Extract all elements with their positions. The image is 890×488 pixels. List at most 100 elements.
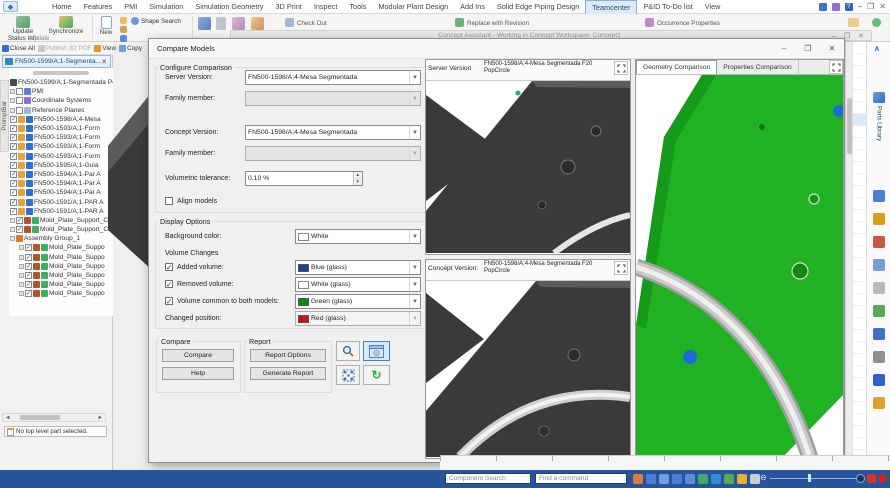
view-button[interactable]: View (94, 45, 116, 52)
tab-features[interactable]: Features (77, 0, 118, 14)
open-icon[interactable] (120, 17, 127, 24)
tree-checkbox[interactable] (16, 107, 23, 114)
replace-with-revision-label[interactable]: Replace with Revision (467, 20, 529, 27)
tree-item[interactable]: Coordinate Systems (10, 96, 113, 105)
layers-icon[interactable] (873, 259, 885, 271)
new-button[interactable]: New (96, 16, 116, 37)
rotate-icon[interactable] (711, 474, 721, 484)
tree-item[interactable]: ✓Mold_Plate_Suppo (10, 253, 113, 262)
expander-icon[interactable] (19, 264, 24, 269)
tree-item[interactable]: Assembly Group_1 (10, 234, 113, 243)
tree-item[interactable]: FN500-1599/A;1-Segmentada Pop (10, 78, 113, 87)
expander-icon[interactable] (10, 236, 15, 241)
share-icon[interactable] (120, 35, 127, 42)
restore-icon[interactable]: ❐ (867, 3, 874, 11)
tree-item[interactable]: ✓Mold_Plate_Suppo (10, 280, 113, 289)
removed-volume-select[interactable]: White (glass)▼ (295, 277, 421, 292)
zoom-slider-thumb[interactable] (808, 474, 811, 482)
background-color-select[interactable]: White▼ (295, 229, 421, 244)
tree-item[interactable]: ✓FN500-1594/A;1-Par A (10, 188, 113, 197)
tree-item[interactable]: ✓Mold_Plate_Suppo (10, 289, 113, 298)
sensors-icon[interactable] (873, 282, 885, 294)
tree-item[interactable]: ✓FN500-1593/A;1-Form (10, 142, 113, 151)
show-model-tool-button[interactable] (363, 341, 390, 361)
tab-modular-plant-design[interactable]: Modular Plant Design (372, 0, 454, 14)
concept-3d-view[interactable] (426, 281, 630, 457)
tree-checkbox[interactable]: ✓ (25, 254, 32, 261)
tree-checkbox[interactable]: ✓ (25, 290, 32, 297)
comparison-viewport[interactable]: Geometry Comparison Properties Compariso… (635, 59, 844, 459)
tree-checkbox[interactable]: ✓ (25, 244, 32, 251)
concept-version-viewport[interactable]: Concept Version: FN500-1598/A;4-Mesa Seg… (425, 259, 631, 459)
tree-item[interactable]: ✓FN500-1591/A;1-PAR A (10, 197, 113, 206)
doc-mini-icon2[interactable] (832, 3, 840, 11)
tree-checkbox[interactable]: ✓ (16, 217, 23, 224)
comparison-3d-view[interactable] (636, 75, 843, 458)
tab-simulation-geometry[interactable]: Simulation Geometry (189, 0, 269, 14)
tree-checkbox[interactable]: ✓ (10, 208, 17, 215)
tree-scroll-thumb[interactable] (33, 71, 89, 75)
common-volume-select[interactable]: Green (glass)▼ (295, 294, 421, 309)
tree-checkbox[interactable]: ✓ (10, 143, 17, 150)
spin-down-icon[interactable]: ▼ (354, 179, 362, 185)
expander-icon[interactable] (10, 108, 15, 113)
expander-icon[interactable] (19, 291, 24, 296)
added-volume-checkbox[interactable]: ✓ (165, 263, 173, 271)
tree-checkbox[interactable]: ✓ (25, 272, 32, 279)
collapse-chevron-icon[interactable]: ∧ (874, 44, 880, 53)
side-list-selected-row[interactable] (853, 114, 867, 125)
expander-icon[interactable] (10, 227, 15, 232)
expander-icon[interactable] (19, 245, 24, 250)
compare-button[interactable]: Compare (162, 349, 234, 362)
tab-tools[interactable]: Tools (343, 0, 372, 14)
expander-icon[interactable] (19, 255, 24, 260)
refresh-tool-button[interactable]: ↻ (363, 365, 390, 385)
tab-geometry-comparison[interactable]: Geometry Comparison (636, 60, 717, 74)
ribbon-tool-icon[interactable] (198, 17, 211, 30)
copy-button[interactable]: Copy (119, 45, 142, 52)
tab-simulation[interactable]: Simulation (143, 0, 189, 14)
tree-checkbox[interactable]: ✓ (10, 162, 17, 169)
server-3d-view[interactable] (426, 81, 630, 253)
tree-checkbox[interactable] (16, 97, 23, 104)
expander-icon[interactable] (10, 98, 15, 103)
server-fit-button[interactable] (614, 61, 628, 75)
report-options-button[interactable]: Report Options (250, 349, 326, 362)
spin-up-icon[interactable]: ▲ (354, 172, 362, 179)
close-icon[interactable]: ✕ (879, 3, 886, 11)
expander-icon[interactable] (19, 273, 24, 278)
align-models-checkbox[interactable] (165, 197, 173, 205)
zoom-slider[interactable]: ⊖ (760, 477, 860, 481)
component-search-input[interactable]: Component Search (445, 473, 531, 484)
video-icon[interactable] (867, 474, 876, 483)
tree-item[interactable]: ✓Mold_Plate_Suppo (10, 271, 113, 280)
document-tab[interactable]: FN500-1599/A;1-Segmenta... ✕ (2, 55, 111, 68)
tree-checkbox[interactable]: ✓ (10, 153, 17, 160)
tee-icon[interactable] (873, 374, 885, 386)
tab-solid-edge-piping-design[interactable]: Solid Edge Piping Design (491, 0, 585, 14)
ribbon-tool-icon[interactable] (251, 17, 264, 30)
tree-checkbox[interactable]: ✓ (10, 125, 17, 132)
tree-checkbox[interactable] (16, 88, 23, 95)
tab-properties-comparison[interactable]: Properties Comparison (717, 60, 798, 74)
pan-icon[interactable] (698, 474, 708, 484)
parts-library-tab[interactable]: Parts Library (870, 92, 888, 141)
doc-mini-icon[interactable] (819, 3, 827, 11)
tree-item[interactable]: Reference Planes (10, 106, 113, 115)
document-close-icon[interactable]: ✕ (101, 58, 110, 66)
tree-checkbox[interactable]: ✓ (25, 281, 32, 288)
dialog-close-icon[interactable]: ✕ (820, 39, 844, 58)
notes-icon[interactable] (873, 397, 885, 409)
tree-checkbox[interactable]: ✓ (10, 199, 17, 206)
select-tools-icon[interactable] (873, 351, 885, 363)
expander-icon[interactable] (19, 282, 24, 287)
zoom-icon[interactable] (672, 474, 682, 484)
ribbon-tool-icon[interactable] (232, 17, 245, 30)
common-views-icon[interactable] (724, 474, 734, 484)
save-icon[interactable] (120, 26, 127, 33)
family-of-parts-icon[interactable] (873, 213, 885, 225)
dialog-minimize-icon[interactable]: – (772, 39, 796, 58)
volumetric-tolerance-input[interactable]: 0.10 % ▲▼ (245, 171, 363, 186)
tree-item[interactable]: ✓FN500-1593/A;1-Form (10, 133, 113, 142)
view-styles-icon[interactable] (737, 474, 747, 484)
